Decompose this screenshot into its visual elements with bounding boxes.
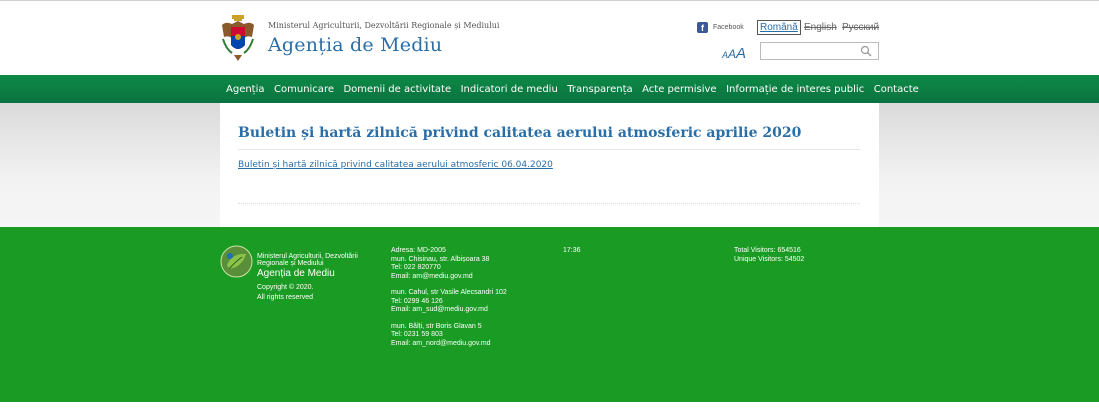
site-footer: Ministerul Agriculturii, Dezvoltării Reg…: [0, 227, 1099, 402]
bulletin-link[interactable]: Buletin și hartă zilnică privind calitat…: [238, 160, 553, 170]
address-line: Adresa: MD-2005: [391, 247, 446, 254]
site-title[interactable]: Agenția de Mediu: [268, 34, 442, 56]
rights-text: All rights reserved: [257, 294, 314, 301]
nav-item-agentia[interactable]: Agenția: [226, 84, 265, 95]
address-line: mun. Cahul, str Vasile Alecsandri 102: [391, 289, 507, 296]
address-block: mun. Bălți, str Boris Glavan 5 Tel: 0231…: [391, 323, 507, 349]
email-line[interactable]: Email: am_nord@mediu.gov.md: [391, 340, 491, 347]
nav-item-indicatori[interactable]: Indicatori de mediu: [461, 84, 558, 95]
copyright-text: Copyright © 2020.: [257, 284, 314, 291]
footer-copyright: Copyright © 2020. All rights reserved: [257, 283, 314, 303]
content-divider: [238, 203, 860, 204]
footer-clock: 17:36: [563, 247, 581, 254]
content-area: Buletin și hartă zilnică privind calitat…: [0, 103, 1099, 227]
address-line: mun. Bălți, str Boris Glavan 5: [391, 322, 482, 330]
phone-line: Tel: 0231 59 803: [391, 331, 443, 338]
address-line: mun. Chisinau, str. Albișoara 38: [391, 255, 490, 263]
lang-russian[interactable]: Русский: [842, 22, 879, 33]
nav-item-acte[interactable]: Acte permisive: [642, 84, 716, 95]
nav-item-contacte[interactable]: Contacte: [874, 84, 919, 95]
footer-ministry-name: Ministerul Agriculturii, Dezvoltării Reg…: [257, 253, 358, 267]
total-visitors: Total Visitors: 654516: [734, 247, 801, 254]
coat-of-arms-icon[interactable]: [220, 15, 256, 61]
search-icon[interactable]: [860, 45, 872, 57]
page-title: Buletin și hartă zilnică privind calitat…: [238, 125, 802, 141]
address-block: Adresa: MD-2005 mun. Chisinau, str. Albi…: [391, 247, 507, 281]
ministry-name: Ministerul Agriculturii, Dezvoltării Reg…: [268, 21, 500, 30]
nav-item-transparenta[interactable]: Transparența: [567, 84, 632, 95]
lang-romanian[interactable]: Română: [757, 20, 801, 35]
nav-item-domenii[interactable]: Domenii de activitate: [343, 84, 451, 95]
title-divider: [238, 149, 860, 150]
email-line[interactable]: Email: am_sud@mediu.gov.md: [391, 306, 488, 313]
address-block: mun. Cahul, str Vasile Alecsandri 102 Te…: [391, 289, 507, 315]
search-input[interactable]: [761, 47, 857, 63]
facebook-icon[interactable]: f: [697, 22, 708, 33]
leaf-logo-icon: [220, 245, 253, 278]
email-line[interactable]: Email: am@mediu.gov.md: [391, 273, 473, 280]
phone-line: Tel: 022 820770: [391, 264, 441, 271]
facebook-label[interactable]: Facebook: [713, 24, 744, 31]
font-size-large[interactable]: A: [736, 45, 746, 62]
footer-agency-name: Agenția de Mediu: [257, 268, 335, 279]
site-header: Ministerul Agriculturii, Dezvoltării Reg…: [0, 1, 1099, 75]
font-size-medium[interactable]: A: [728, 47, 736, 61]
footer-addresses: Adresa: MD-2005 mun. Chisinau, str. Albi…: [391, 247, 507, 356]
content-card: Buletin și hartă zilnică privind calitat…: [220, 103, 879, 227]
facebook-link[interactable]: f Facebook: [697, 22, 744, 33]
nav-item-comunicare[interactable]: Comunicare: [274, 84, 334, 95]
lang-english[interactable]: English: [804, 22, 837, 33]
nav-item-informatie[interactable]: Informație de interes public: [726, 84, 864, 95]
visitor-stats: Total Visitors: 654516 Unique Visitors: …: [734, 247, 804, 264]
bottom-strip: [0, 402, 1099, 420]
font-size-controls: AAA: [722, 45, 746, 63]
unique-visitors: Unique Visitors: 54502: [734, 255, 805, 263]
main-nav: Agenția Comunicare Domenii de activitate…: [0, 75, 1099, 103]
search-box: [760, 42, 879, 63]
phone-line: Tel: 0299 46 126: [391, 297, 443, 305]
